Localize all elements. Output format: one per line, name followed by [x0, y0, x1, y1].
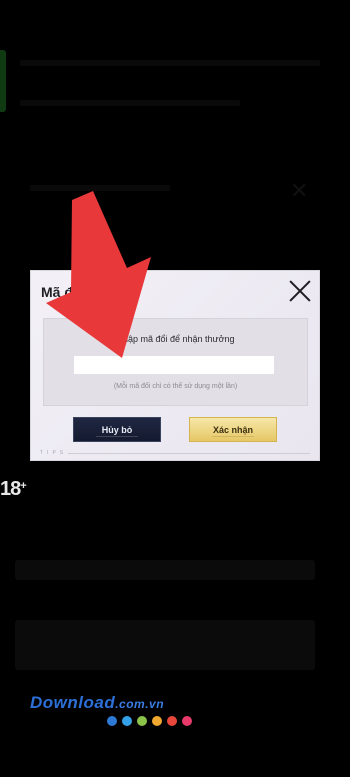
background-block [15, 620, 315, 670]
redeem-code-input[interactable] [74, 356, 274, 374]
confirm-button[interactable]: Xác nhận [189, 417, 277, 442]
close-button[interactable] [288, 278, 312, 302]
watermark-dots [107, 716, 192, 726]
watermark-dot [137, 716, 147, 726]
background-tab-indicator [0, 50, 6, 112]
tips-label: TIPS [40, 450, 68, 456]
code-usage-hint: (Mỗi mã đổi chỉ có thể sử dụng một lần) [113, 383, 238, 390]
cancel-button[interactable]: Hủy bỏ [73, 417, 161, 442]
watermark-dot [107, 716, 117, 726]
background-text-line [20, 60, 320, 66]
background-block [15, 560, 315, 580]
watermark-dot [182, 716, 192, 726]
background-text-line [20, 100, 240, 106]
age-rating-badge: 18+ [0, 478, 27, 500]
watermark-dot [152, 716, 162, 726]
watermark-dot [167, 716, 177, 726]
dialog-title: Mã đổi [41, 284, 86, 300]
tips-divider [68, 453, 310, 454]
background-close-icon: ✕ [290, 178, 309, 203]
watermark-logo: Download.com.vn [30, 693, 165, 712]
redeem-code-dialog: Mã đổi Nhập mã đổi để nhận thưởng (Mỗi m… [30, 270, 320, 461]
watermark-dot [122, 716, 132, 726]
code-prompt-label: Nhập mã đổi để nhận thưởng [116, 334, 235, 344]
code-entry-panel: Nhập mã đổi để nhận thưởng (Mỗi mã đổi c… [43, 318, 308, 406]
background-text-line [30, 185, 170, 191]
